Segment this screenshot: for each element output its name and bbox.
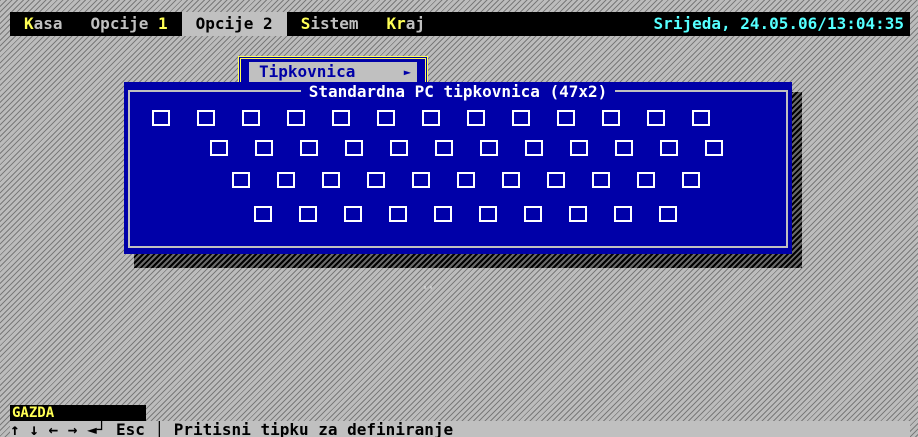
dialog-title: Standardna PC tipkovnica (47x2) bbox=[124, 82, 792, 101]
key-slot[interactable] bbox=[457, 172, 475, 188]
key-slot[interactable] bbox=[659, 206, 677, 222]
key-slot[interactable] bbox=[412, 172, 430, 188]
key-slot[interactable] bbox=[692, 110, 710, 126]
menu-kraj[interactable]: Kraj bbox=[373, 12, 440, 36]
menu-kraj-label: aj bbox=[405, 14, 426, 33]
key-slot[interactable] bbox=[389, 206, 407, 222]
key-slot[interactable] bbox=[569, 206, 587, 222]
key-slot[interactable] bbox=[467, 110, 485, 126]
key-slot[interactable] bbox=[660, 140, 678, 156]
menu-opcije-2-label: Opcije 2 bbox=[195, 14, 273, 33]
key-slot[interactable] bbox=[344, 206, 362, 222]
key-slot[interactable] bbox=[614, 206, 632, 222]
key-slot[interactable] bbox=[242, 110, 260, 126]
dialog-title-text: Standardna PC tipkovnica (47x2) bbox=[300, 82, 616, 101]
key-slot[interactable] bbox=[615, 140, 633, 156]
key-slot[interactable] bbox=[435, 140, 453, 156]
key-slot[interactable] bbox=[512, 110, 530, 126]
key-slot[interactable] bbox=[592, 172, 610, 188]
key-row-3 bbox=[232, 172, 727, 188]
key-slot[interactable] bbox=[705, 140, 723, 156]
menu-opcije-1-label: Opcije bbox=[90, 14, 158, 33]
key-slot[interactable] bbox=[299, 206, 317, 222]
menu-bar: Kasa Opcije 1 Opcije 2 Sistem Kraj Srije… bbox=[10, 12, 910, 36]
hint-bar: ↑ ↓ ← → ◄┘ Esc │ Pritisni tipku za defin… bbox=[10, 421, 910, 437]
menu-opcije-1[interactable]: Opcije 1 bbox=[77, 12, 182, 36]
cursor-mark: '' bbox=[422, 285, 435, 296]
key-slot[interactable] bbox=[254, 206, 272, 222]
key-slot[interactable] bbox=[152, 110, 170, 126]
key-row-4 bbox=[254, 206, 704, 222]
datetime-display: Srijeda, 24.05.06/13:04:35 bbox=[653, 14, 904, 33]
key-row-1 bbox=[152, 110, 737, 126]
keyboard-dialog: Standardna PC tipkovnica (47x2) bbox=[124, 82, 792, 254]
menu-sistem[interactable]: Sistem bbox=[287, 12, 373, 36]
menu-kasa-hotkey: K bbox=[24, 14, 34, 33]
key-slot[interactable] bbox=[682, 172, 700, 188]
submenu-arrow-icon: ► bbox=[403, 65, 411, 79]
menu-kraj-hotkey: Kr bbox=[386, 14, 406, 33]
key-slot[interactable] bbox=[390, 140, 408, 156]
key-slot[interactable] bbox=[422, 110, 440, 126]
key-slot[interactable] bbox=[637, 172, 655, 188]
key-slot[interactable] bbox=[602, 110, 620, 126]
key-slot[interactable] bbox=[479, 206, 497, 222]
key-slot[interactable] bbox=[377, 110, 395, 126]
dropdown-item-label: Tipkovnica bbox=[259, 62, 356, 81]
key-slot[interactable] bbox=[332, 110, 350, 126]
key-slot[interactable] bbox=[547, 172, 565, 188]
key-slot[interactable] bbox=[255, 140, 273, 156]
key-slot[interactable] bbox=[277, 172, 295, 188]
key-slot[interactable] bbox=[345, 140, 363, 156]
key-slot[interactable] bbox=[232, 172, 250, 188]
key-slot[interactable] bbox=[300, 140, 318, 156]
key-slot[interactable] bbox=[557, 110, 575, 126]
menu-sistem-hotkey: S bbox=[300, 14, 311, 33]
key-slot[interactable] bbox=[570, 140, 588, 156]
menu-opcije-2[interactable]: Opcije 2 bbox=[181, 12, 287, 36]
key-slot[interactable] bbox=[524, 206, 542, 222]
key-slot[interactable] bbox=[367, 172, 385, 188]
key-slot[interactable] bbox=[647, 110, 665, 126]
menu-kasa[interactable]: Kasa bbox=[10, 12, 77, 36]
key-slot[interactable] bbox=[287, 110, 305, 126]
key-row-2 bbox=[210, 140, 750, 156]
key-slot[interactable] bbox=[322, 172, 340, 188]
key-slot[interactable] bbox=[502, 172, 520, 188]
dropdown-item-tipkovnica[interactable]: Tipkovnica ► bbox=[249, 62, 417, 82]
key-slot[interactable] bbox=[197, 110, 215, 126]
menu-sistem-label: istem bbox=[310, 14, 359, 33]
key-slot[interactable] bbox=[525, 140, 543, 156]
key-slot[interactable] bbox=[210, 140, 228, 156]
key-slot[interactable] bbox=[480, 140, 498, 156]
key-slot[interactable] bbox=[434, 206, 452, 222]
menu-opcije-1-hotkey: 1 bbox=[157, 14, 168, 33]
user-badge: GAZDA bbox=[10, 405, 146, 421]
menu-kasa-label: asa bbox=[33, 14, 63, 33]
